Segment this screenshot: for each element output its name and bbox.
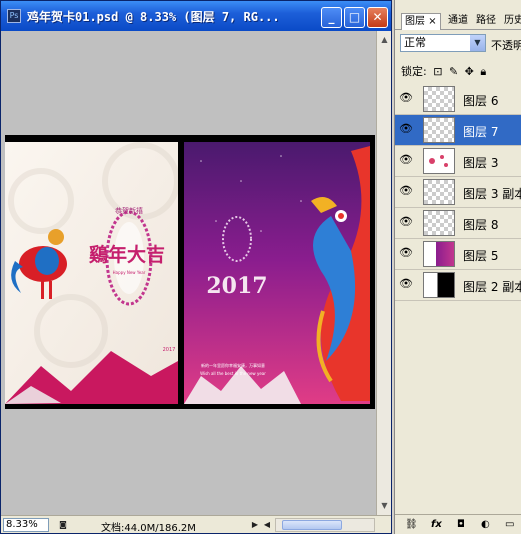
layers-list: 👁︎ 图层 6 👁︎ 图层 7 👁︎ 图层 3 👁︎ 图层 3 副本 👁︎ 图层… <box>395 84 521 301</box>
eye-icon[interactable]: 👁︎ <box>398 246 414 262</box>
mask-icon[interactable]: ◘ <box>457 519 465 530</box>
layer-thumbnail <box>423 117 455 143</box>
layers-panel: 图层 × 通道 路径 历史 正常 ▼ 不透明 锁定: ⊡ ✎ ✥ 🔒︎ 👁︎ 图… <box>394 0 521 534</box>
lock-paint-icon[interactable]: ✎ <box>449 65 458 78</box>
blurb-line-1: 新的一年里愿你幸福安康，万事如意 <box>201 362 265 368</box>
document-title: 鸡年贺卡01.psd @ 8.33% (图层 7, RG... <box>27 10 280 24</box>
blend-mode-select[interactable]: 正常 ▼ <box>400 34 486 52</box>
layer-name: 图层 2 副本 <box>463 280 521 294</box>
opacity-label: 不透明 <box>491 39 521 52</box>
scroll-left-icon[interactable]: ◀ <box>261 518 273 532</box>
tab-channels[interactable]: 通道 <box>445 13 471 30</box>
zoom-field[interactable]: 8.33% <box>3 518 49 532</box>
tab-history[interactable]: 历史 <box>501 13 521 30</box>
horizontal-scrollbar[interactable] <box>275 518 375 532</box>
layer-row[interactable]: 👁︎ 图层 6 <box>395 84 521 115</box>
chevron-down-icon[interactable]: ▼ <box>470 35 485 51</box>
status-bar: 8.33% ◙ 文档:44.0M/186.2M ▶ ◀ <box>1 515 391 534</box>
blend-mode-value: 正常 <box>404 36 426 49</box>
layer-row-selected[interactable]: 👁︎ 图层 7 <box>395 115 521 146</box>
canvas-area[interactable]: 恭贺新禧 鷄年大吉 Happy New Year 2017 2017 新的一年里… <box>1 31 376 515</box>
minimize-button[interactable]: _ <box>321 7 342 28</box>
eye-icon[interactable]: 👁︎ <box>398 184 414 200</box>
layer-name: 图层 8 <box>463 218 499 232</box>
badge-text: 恭贺新禧 <box>115 206 143 215</box>
photoshop-icon: Ps <box>7 9 21 23</box>
layer-row[interactable]: 👁︎ 图层 8 <box>395 208 521 239</box>
lock-label: 锁定: <box>401 65 427 78</box>
layer-thumbnail <box>423 148 455 174</box>
flowers-thumbnail-icon <box>429 155 448 167</box>
lock-row: 锁定: ⊡ ✎ ✥ 🔒︎ <box>401 63 489 79</box>
blurb-line-2: Wish all the best in the new year <box>200 371 266 376</box>
link-icon[interactable]: ⛓︎ <box>405 519 418 530</box>
scroll-up-icon[interactable]: ▲ <box>378 33 391 46</box>
fx-icon[interactable]: fx <box>431 519 442 530</box>
layer-thumbnail <box>423 210 455 236</box>
layer-row[interactable]: 👁︎ 图层 3 <box>395 146 521 177</box>
layer-name: 图层 3 副本 <box>463 187 521 201</box>
layer-row[interactable]: 👁︎ 图层 2 副本 <box>395 270 521 301</box>
lock-all-icon[interactable]: 🔒︎ <box>480 65 486 78</box>
eye-icon[interactable]: 👁︎ <box>398 122 414 138</box>
status-menu-icon[interactable]: ◙ <box>57 518 69 532</box>
headline-text: 鷄年大吉 <box>88 243 165 266</box>
folder-icon[interactable]: ▭ <box>505 519 514 530</box>
adjustment-icon[interactable]: ◐ <box>481 519 490 530</box>
tab-paths[interactable]: 路径 <box>473 13 499 30</box>
doc-info: 文档:44.0M/186.2M <box>101 523 196 534</box>
lock-transparency-icon[interactable]: ⊡ <box>433 65 442 78</box>
eye-icon[interactable]: 👁︎ <box>398 153 414 169</box>
scroll-thumb[interactable] <box>282 520 342 530</box>
layer-name: 图层 7 <box>463 125 499 139</box>
document-window: Ps 鸡年贺卡01.psd @ 8.33% (图层 7, RG... _ □ ✕ <box>0 0 392 534</box>
panel-tabs: 图层 × 通道 路径 历史 <box>395 12 521 30</box>
layer-name: 图层 3 <box>463 156 499 170</box>
layer-thumbnail <box>423 86 455 112</box>
layer-row[interactable]: 👁︎ 图层 5 <box>395 239 521 270</box>
left-year-mark: 2017 <box>163 347 176 353</box>
layer-row[interactable]: 👁︎ 图层 3 副本 <box>395 177 521 208</box>
layer-thumbnail <box>423 272 455 298</box>
subtitle-text: Happy New Year <box>113 270 146 275</box>
tab-layers[interactable]: 图层 × <box>401 13 441 30</box>
artwork-canvas[interactable]: 恭贺新禧 鷄年大吉 Happy New Year 2017 2017 新的一年里… <box>1 31 376 515</box>
layer-name: 图层 6 <box>463 94 499 108</box>
title-bar[interactable]: Ps 鸡年贺卡01.psd @ 8.33% (图层 7, RG... _ □ ✕ <box>1 1 391 31</box>
lock-move-icon[interactable]: ✥ <box>465 65 474 78</box>
status-arrow-icon[interactable]: ▶ <box>249 518 261 532</box>
maximize-button[interactable]: □ <box>344 7 365 28</box>
eye-icon[interactable]: 👁︎ <box>398 215 414 231</box>
layer-thumbnail <box>423 241 455 267</box>
eye-icon[interactable]: 👁︎ <box>398 91 414 107</box>
layer-thumbnail <box>423 179 455 205</box>
eye-icon[interactable]: 👁︎ <box>398 277 414 293</box>
right-year-text: 2017 <box>206 273 267 299</box>
layer-name: 图层 5 <box>463 249 499 263</box>
close-button[interactable]: ✕ <box>367 7 388 28</box>
panel-footer: ⛓︎ fx ◘ ◐ ▭ <box>395 514 521 534</box>
scroll-down-icon[interactable]: ▼ <box>378 499 391 512</box>
vertical-scrollbar[interactable]: ▲ ▼ <box>376 31 391 515</box>
tab-close-icon[interactable]: × <box>428 16 436 27</box>
